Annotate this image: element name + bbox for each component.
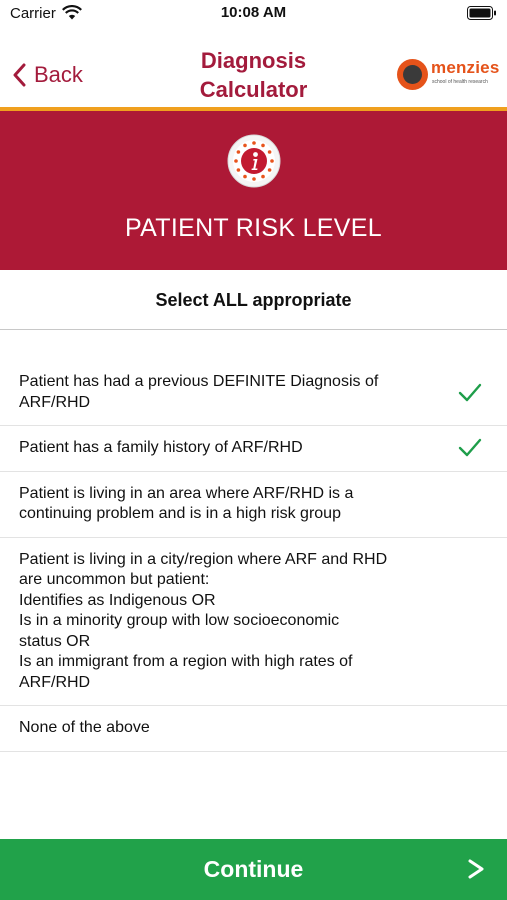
checkmark-icon <box>458 383 482 401</box>
nav-bar: Back Diagnosis Calculator menzies school… <box>0 38 507 108</box>
continue-button[interactable]: Continue <box>0 839 507 900</box>
risk-option-label: None of the above <box>19 719 150 736</box>
instruction-label: Select ALL appropriate <box>0 270 507 330</box>
risk-option[interactable]: None of the above <box>0 706 507 752</box>
risk-option[interactable]: Patient is living in an area where ARF/R… <box>0 472 507 538</box>
risk-option[interactable]: Patient is living in a city/region where… <box>0 538 507 706</box>
chevron-right-icon <box>468 859 484 879</box>
status-bar: Carrier 10:08 AM <box>0 0 507 28</box>
risk-options-list: Patient has had a previous DEFINITE Diag… <box>0 360 507 752</box>
risk-option-label: Patient is living in a city/region where… <box>19 550 388 691</box>
chevron-left-icon <box>13 63 26 87</box>
section-title: PATIENT RISK LEVEL <box>125 214 382 242</box>
back-label: Back <box>34 62 83 87</box>
battery-icon <box>467 6 496 20</box>
checkmark-icon <box>458 439 482 457</box>
risk-option[interactable]: Patient has had a previous DEFINITE Diag… <box>0 360 507 426</box>
logo-wordmark: menzies <box>431 58 500 77</box>
risk-option-label: Patient is living in an area where ARF/R… <box>19 484 354 523</box>
logo-tagline: school of health research <box>432 79 488 85</box>
risk-option[interactable]: Patient has a family history of ARF/RHD <box>0 426 507 472</box>
continue-label: Continue <box>203 856 304 882</box>
hero-banner: PATIENT RISK LEVEL <box>0 111 507 270</box>
info-icon <box>227 134 281 188</box>
status-time: 10:08 AM <box>220 4 287 21</box>
risk-option-label: Patient has a family history of ARF/RHD <box>19 439 303 456</box>
back-button[interactable]: Back <box>12 60 83 90</box>
page-title: Diagnosis Calculator <box>199 48 308 102</box>
logo-mark <box>397 59 428 90</box>
risk-option-label: Patient has had a previous DEFINITE Diag… <box>19 373 379 411</box>
menzies-logo: menzies school of health research <box>397 58 500 92</box>
